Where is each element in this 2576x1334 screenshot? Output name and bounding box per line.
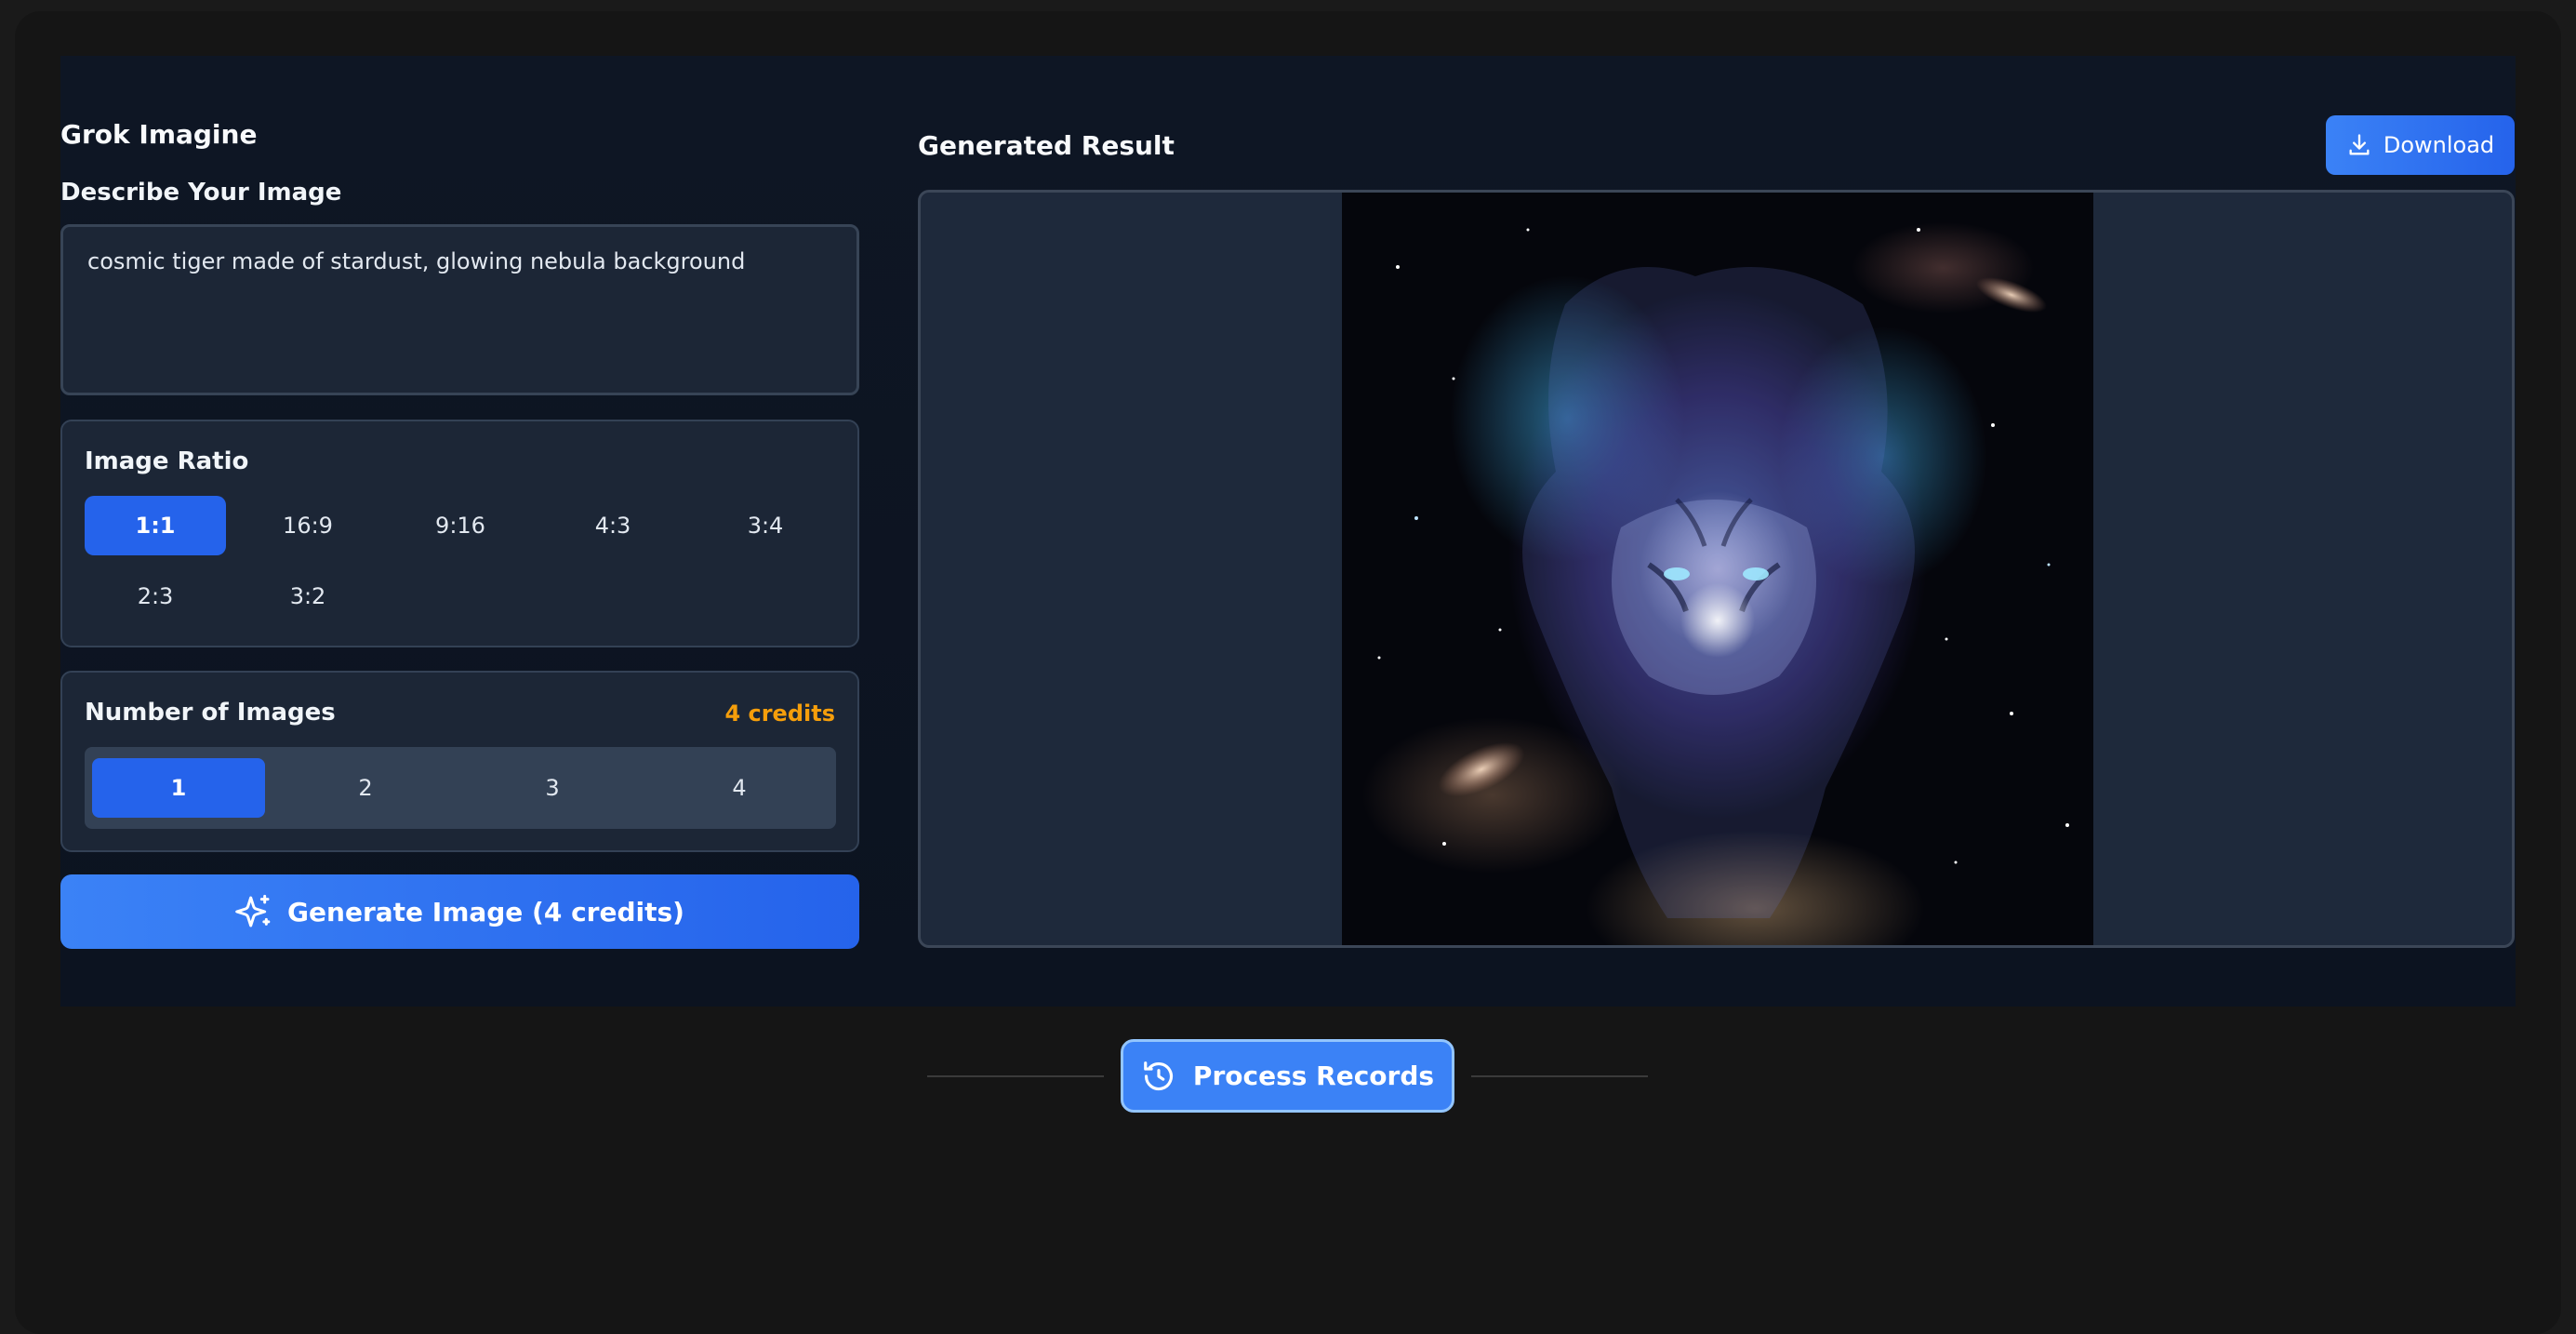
- cosmic-tiger-artwork: [1377, 228, 2069, 918]
- ratio-option-9-16[interactable]: 9:16: [390, 496, 531, 555]
- app-title: Grok Imagine: [60, 119, 258, 150]
- credits-badge: 4 credits: [724, 700, 835, 727]
- ratio-option-4-3[interactable]: 4:3: [542, 496, 684, 555]
- image-ratio-card: Image Ratio 1:1 16:9 9:16 4:3 3:4 2:3 3:…: [60, 420, 859, 647]
- image-count-label: Number of Images: [85, 699, 336, 727]
- prompt-label: Describe Your Image: [60, 179, 342, 207]
- ratio-option-3-4[interactable]: 3:4: [695, 496, 836, 555]
- image-count-card: Number of Images 4 credits 1 2 3 4: [60, 671, 859, 852]
- download-icon: [2346, 132, 2372, 158]
- ratio-option-3-2[interactable]: 3:2: [237, 567, 378, 626]
- ratio-option-16-9[interactable]: 16:9: [237, 496, 378, 555]
- count-option-2[interactable]: 2: [279, 758, 452, 818]
- prompt-textarea[interactable]: cosmic tiger made of stardust, glowing n…: [60, 224, 859, 395]
- sparkles-icon: [235, 893, 272, 930]
- result-image-frame: [918, 190, 2515, 948]
- generate-image-button[interactable]: Generate Image (4 credits): [60, 874, 859, 949]
- download-button[interactable]: Download: [2326, 115, 2515, 175]
- process-records-label: Process Records: [1192, 1061, 1435, 1091]
- history-icon: [1141, 1059, 1176, 1094]
- generated-image[interactable]: [1342, 193, 2093, 945]
- ratio-option-2-3[interactable]: 2:3: [85, 567, 226, 626]
- result-title: Generated Result: [918, 130, 1175, 161]
- divider-right: [1471, 1075, 1648, 1077]
- generate-button-label: Generate Image (4 credits): [287, 896, 684, 927]
- count-option-4[interactable]: 4: [653, 758, 826, 818]
- divider-left: [927, 1075, 1104, 1077]
- count-option-1[interactable]: 1: [92, 758, 265, 818]
- count-option-3[interactable]: 3: [466, 758, 639, 818]
- download-label: Download: [2383, 132, 2495, 158]
- prompt-text: cosmic tiger made of stardust, glowing n…: [87, 248, 746, 274]
- ratio-option-1-1[interactable]: 1:1: [85, 496, 226, 555]
- process-records-button[interactable]: Process Records: [1121, 1039, 1454, 1113]
- image-count-selector: 1 2 3 4: [85, 747, 836, 829]
- image-ratio-label: Image Ratio: [85, 447, 249, 475]
